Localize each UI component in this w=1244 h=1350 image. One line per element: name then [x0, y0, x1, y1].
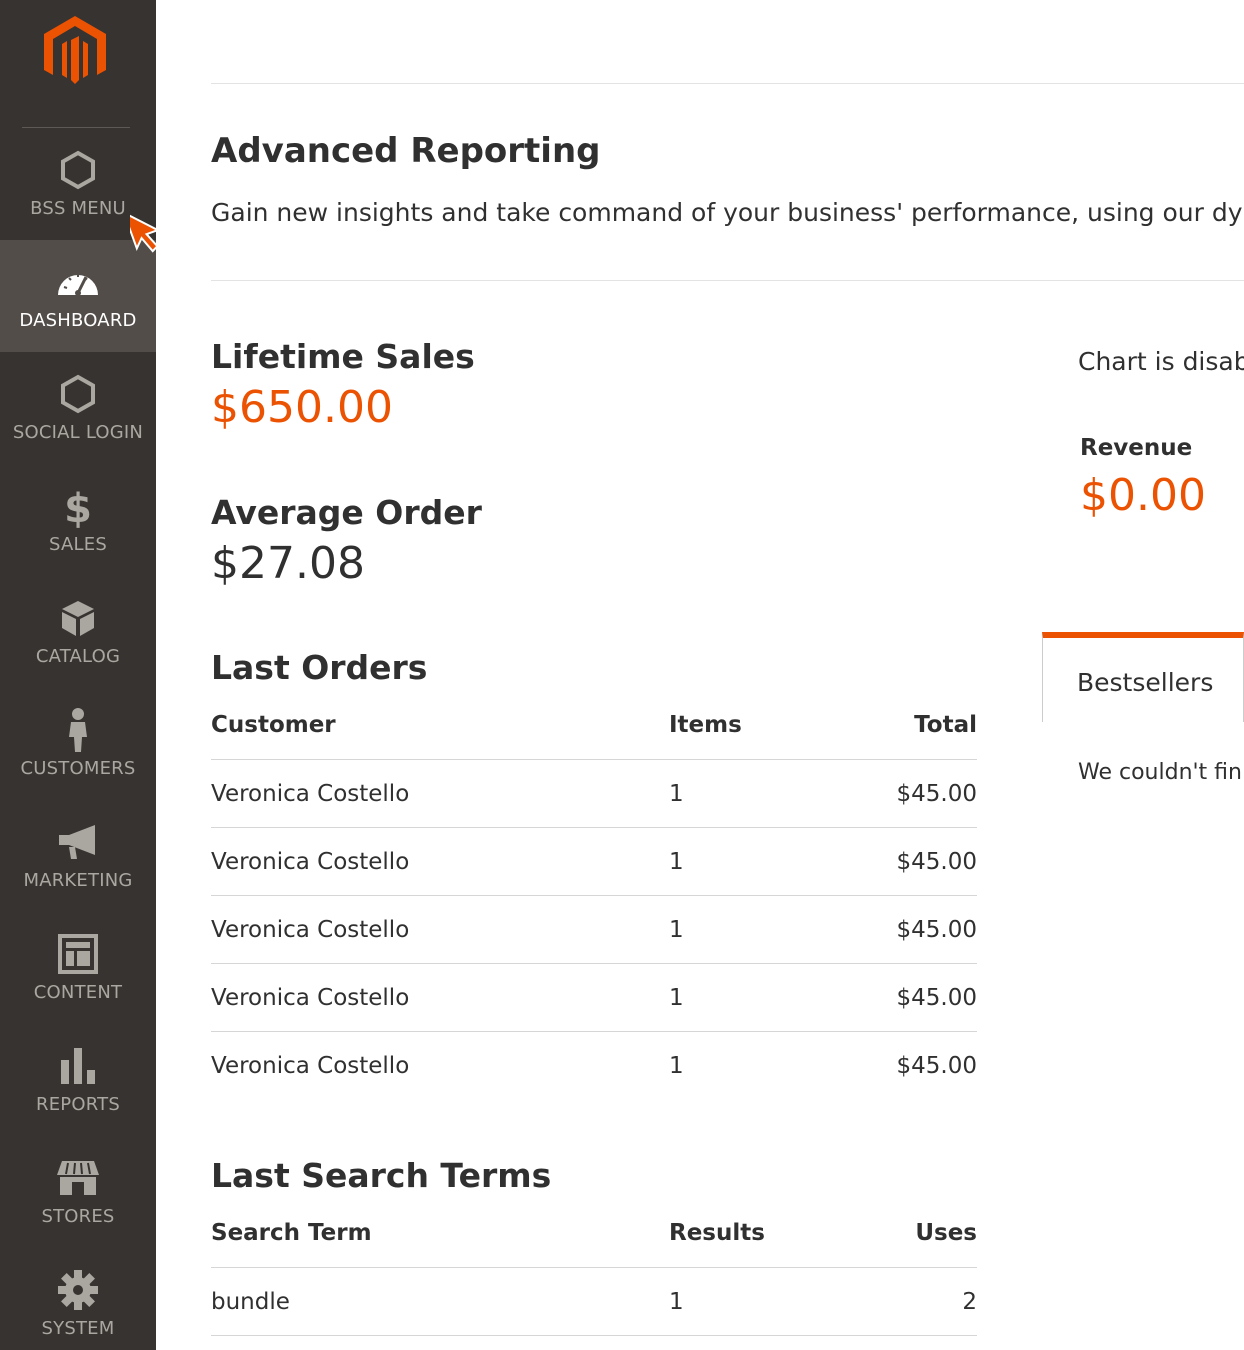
- last-orders-table: Customer Items Total Veronica Costello 1…: [211, 712, 977, 1100]
- nav-label: CONTENT: [33, 982, 123, 1003]
- column-header-uses: Uses: [915, 1220, 977, 1246]
- magento-logo[interactable]: [40, 14, 110, 88]
- items-cell: 1: [669, 916, 684, 943]
- results-cell: 1: [669, 1288, 684, 1315]
- hexagon-icon: [56, 148, 100, 192]
- nav-label: DASHBOARD: [19, 310, 137, 331]
- nav-item-reports[interactable]: REPORTS: [0, 1024, 156, 1136]
- nav-label: STORES: [41, 1206, 115, 1227]
- column-header-items: Items: [669, 712, 742, 738]
- customer-cell: Veronica Costello: [211, 984, 410, 1011]
- bestsellers-empty-message: We couldn't fin: [1078, 760, 1242, 785]
- items-cell: 1: [669, 984, 684, 1011]
- layout-icon: [56, 932, 100, 976]
- nav-item-catalog[interactable]: CATALOG: [0, 576, 156, 688]
- nav-item-system[interactable]: SYSTEM: [0, 1248, 156, 1350]
- nav-item-customers[interactable]: CUSTOMERS: [0, 688, 156, 800]
- total-cell: $45.00: [896, 780, 977, 807]
- svg-text:$: $: [64, 486, 92, 528]
- table-row[interactable]: Veronica Costello 1 $45.00: [211, 1032, 977, 1100]
- customer-cell: Veronica Costello: [211, 848, 410, 875]
- nav-item-sales[interactable]: $ SALES: [0, 464, 156, 576]
- advanced-reporting-title: Advanced Reporting: [211, 131, 601, 171]
- items-cell: 1: [669, 780, 684, 807]
- hexagon-icon: [56, 372, 100, 416]
- column-header-total: Total: [914, 712, 977, 738]
- storefront-icon: [56, 1156, 100, 1200]
- column-header-customer: Customer: [211, 712, 336, 738]
- last-search-terms-table: Search Term Results Uses bundle 1 2: [211, 1220, 977, 1336]
- nav-item-stores[interactable]: STORES: [0, 1136, 156, 1248]
- divider: [211, 280, 1244, 281]
- total-cell: $45.00: [896, 984, 977, 1011]
- customer-cell: Veronica Costello: [211, 916, 410, 943]
- nav-label: REPORTS: [36, 1094, 120, 1115]
- average-order-value: $27.08: [211, 538, 365, 589]
- tab-bestsellers[interactable]: Bestsellers: [1042, 632, 1244, 722]
- revenue-value: $0.00: [1080, 470, 1206, 521]
- last-search-terms-title: Last Search Terms: [211, 1156, 552, 1195]
- nav-item-social-login[interactable]: SOCIAL LOGIN: [0, 352, 156, 464]
- column-header-search-term: Search Term: [211, 1220, 372, 1246]
- average-order-label: Average Order: [211, 493, 482, 532]
- lifetime-sales-label: Lifetime Sales: [211, 337, 475, 376]
- person-icon: [56, 708, 100, 752]
- table-row[interactable]: Veronica Costello 1 $45.00: [211, 964, 977, 1032]
- nav-label: SALES: [49, 534, 107, 555]
- items-cell: 1: [669, 848, 684, 875]
- nav-label: SOCIAL LOGIN: [12, 422, 144, 443]
- bar-chart-icon: [56, 1044, 100, 1088]
- admin-sidebar: BSS MENU DASHBOARD SOCIAL LOGIN $ SALES …: [0, 0, 156, 1350]
- nav-item-marketing[interactable]: MARKETING: [0, 800, 156, 912]
- items-cell: 1: [669, 1053, 684, 1079]
- customer-cell: Veronica Costello: [211, 780, 410, 807]
- search-term-cell: bundle: [211, 1288, 290, 1315]
- gear-icon: [56, 1268, 100, 1312]
- speedometer-icon: [56, 260, 100, 304]
- table-row[interactable]: bundle 1 2: [211, 1268, 977, 1336]
- total-cell: $45.00: [896, 916, 977, 943]
- nav-label: CUSTOMERS: [20, 758, 136, 779]
- revenue-label: Revenue: [1080, 435, 1193, 461]
- table-row[interactable]: Veronica Costello 1 $45.00: [211, 760, 977, 828]
- table-row[interactable]: Veronica Costello 1 $45.00: [211, 896, 977, 964]
- uses-cell: 2: [962, 1288, 977, 1315]
- dollar-icon: $: [56, 484, 100, 528]
- megaphone-icon: [56, 820, 100, 864]
- nav-label: SYSTEM: [41, 1318, 115, 1339]
- last-orders-title: Last Orders: [211, 648, 428, 687]
- box-icon: [56, 596, 100, 640]
- table-header: Customer Items Total: [211, 712, 977, 760]
- total-cell: $45.00: [896, 1053, 977, 1079]
- tab-label: Bestsellers: [1077, 668, 1214, 697]
- nav-label: CATALOG: [35, 646, 121, 667]
- total-cell: $45.00: [896, 848, 977, 875]
- table-header: Search Term Results Uses: [211, 1220, 977, 1268]
- column-header-results: Results: [669, 1220, 765, 1246]
- dashboard-main: Advanced Reporting Gain new insights and…: [211, 0, 1244, 1350]
- nav-item-content[interactable]: CONTENT: [0, 912, 156, 1024]
- customer-cell: Veronica Costello: [211, 1053, 410, 1079]
- table-row[interactable]: Veronica Costello 1 $45.00: [211, 828, 977, 896]
- chart-disabled-message: Chart is disabl: [1078, 347, 1244, 376]
- nav-label: MARKETING: [23, 870, 133, 891]
- advanced-reporting-description: Gain new insights and take command of yo…: [211, 198, 1244, 227]
- divider: [211, 83, 1244, 84]
- lifetime-sales-value: $650.00: [211, 382, 393, 433]
- mouse-cursor-icon: [122, 205, 166, 263]
